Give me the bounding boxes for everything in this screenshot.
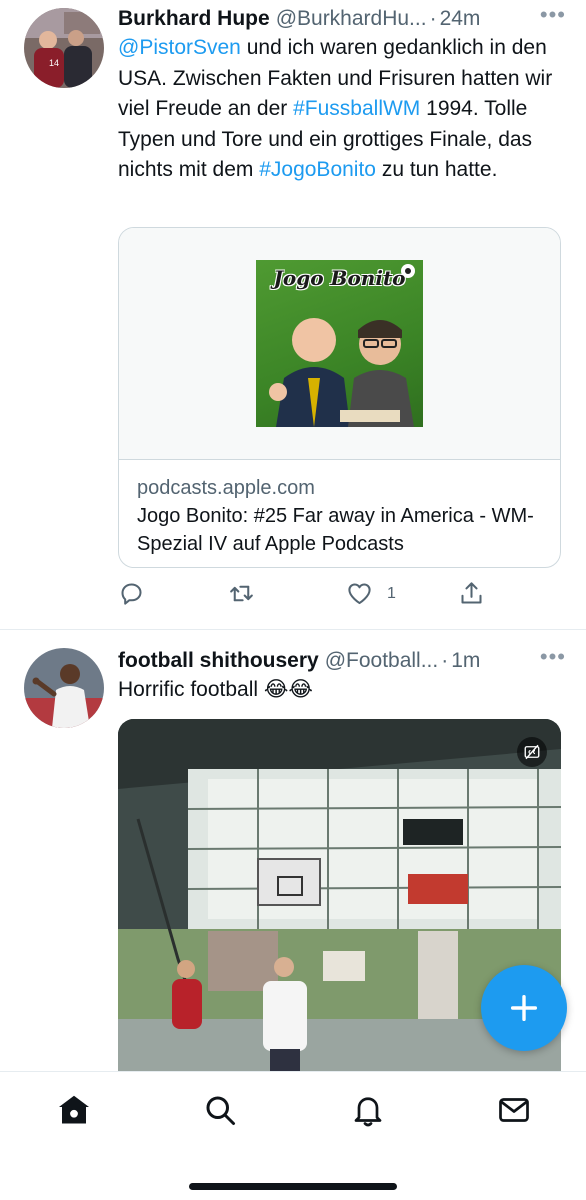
tweet-text: Horrific football 😂😂 [118,678,313,701]
reply-icon [121,583,142,605]
tweet-time[interactable]: 24m [440,6,481,32]
tweet-text-part: zu tun hatte. [375,158,498,181]
hashtag-link[interactable]: #FussballWM [293,97,420,120]
tab-notifications[interactable] [348,1090,388,1130]
mention-link[interactable]: @PistorSven [118,36,241,59]
more-options-icon[interactable]: ••• [540,644,566,670]
search-icon [206,1096,235,1125]
tweet[interactable]: 14 Burkhard Hupe @BurkhardHu... · 24m ••… [0,0,586,630]
share-button[interactable] [458,580,485,607]
like-button[interactable]: 1 [346,580,396,607]
author-handle[interactable]: @Football... [325,648,439,674]
card-title: Jogo Bonito: #25 Far away in America - W… [137,505,534,555]
card-media: Jogo Bonito [119,228,560,460]
hashtag-link[interactable]: #JogoBonito [259,158,376,181]
bell-icon [354,1097,382,1127]
card-domain: podcasts.apple.com [137,477,315,499]
tweet-header: football shithousery @Football... · 1m •… [118,644,566,674]
like-count: 1 [387,584,396,602]
link-card[interactable]: Jogo Bonito podcasts.apple.com Jogo Boni… [118,227,561,568]
reply-button[interactable] [118,580,145,607]
tweet-text: @PistorSven und ich waren gedanklich in … [118,33,562,186]
retweet-icon [230,585,253,602]
mail-icon [499,1098,529,1122]
more-options-icon[interactable]: ••• [540,2,566,28]
heart-icon [348,583,371,605]
tweet-header: Burkhard Hupe @BurkhardHu... · 24m ••• [118,2,566,32]
tweet-time[interactable]: 1m [451,648,480,674]
tab-messages[interactable] [494,1090,534,1130]
tab-home[interactable] [54,1090,94,1130]
home-indicator[interactable] [189,1183,397,1190]
plus-icon [510,994,538,1022]
tweet-actions: 1 [118,580,488,610]
separator: · [429,7,437,30]
author-handle[interactable]: @BurkhardHu... [276,6,427,32]
avatar[interactable]: 14 [24,8,104,88]
author-name[interactable]: Burkhard Hupe [118,6,270,32]
podcast-art-title: Jogo Bonito [273,266,406,290]
home-icon [59,1095,89,1124]
podcast-artwork: Jogo Bonito [256,260,423,427]
card-body: podcasts.apple.com Jogo Bonito: #25 Far … [137,474,542,558]
closed-captions-off-icon[interactable] [517,737,547,767]
author-name[interactable]: football shithousery [118,648,319,674]
separator: · [441,649,449,672]
share-icon [461,582,482,604]
tab-search[interactable] [200,1090,240,1130]
svg-text:14: 14 [49,58,59,68]
retweet-button[interactable] [228,580,255,607]
bottom-tab-bar [0,1071,586,1200]
compose-tweet-button[interactable] [481,965,567,1051]
avatar[interactable] [24,648,104,728]
